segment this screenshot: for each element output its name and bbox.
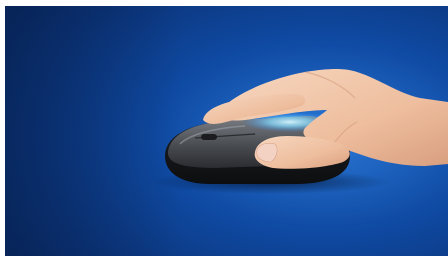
photo-frame xyxy=(0,0,448,256)
product-photo xyxy=(5,6,448,256)
photo-scene xyxy=(5,6,448,256)
